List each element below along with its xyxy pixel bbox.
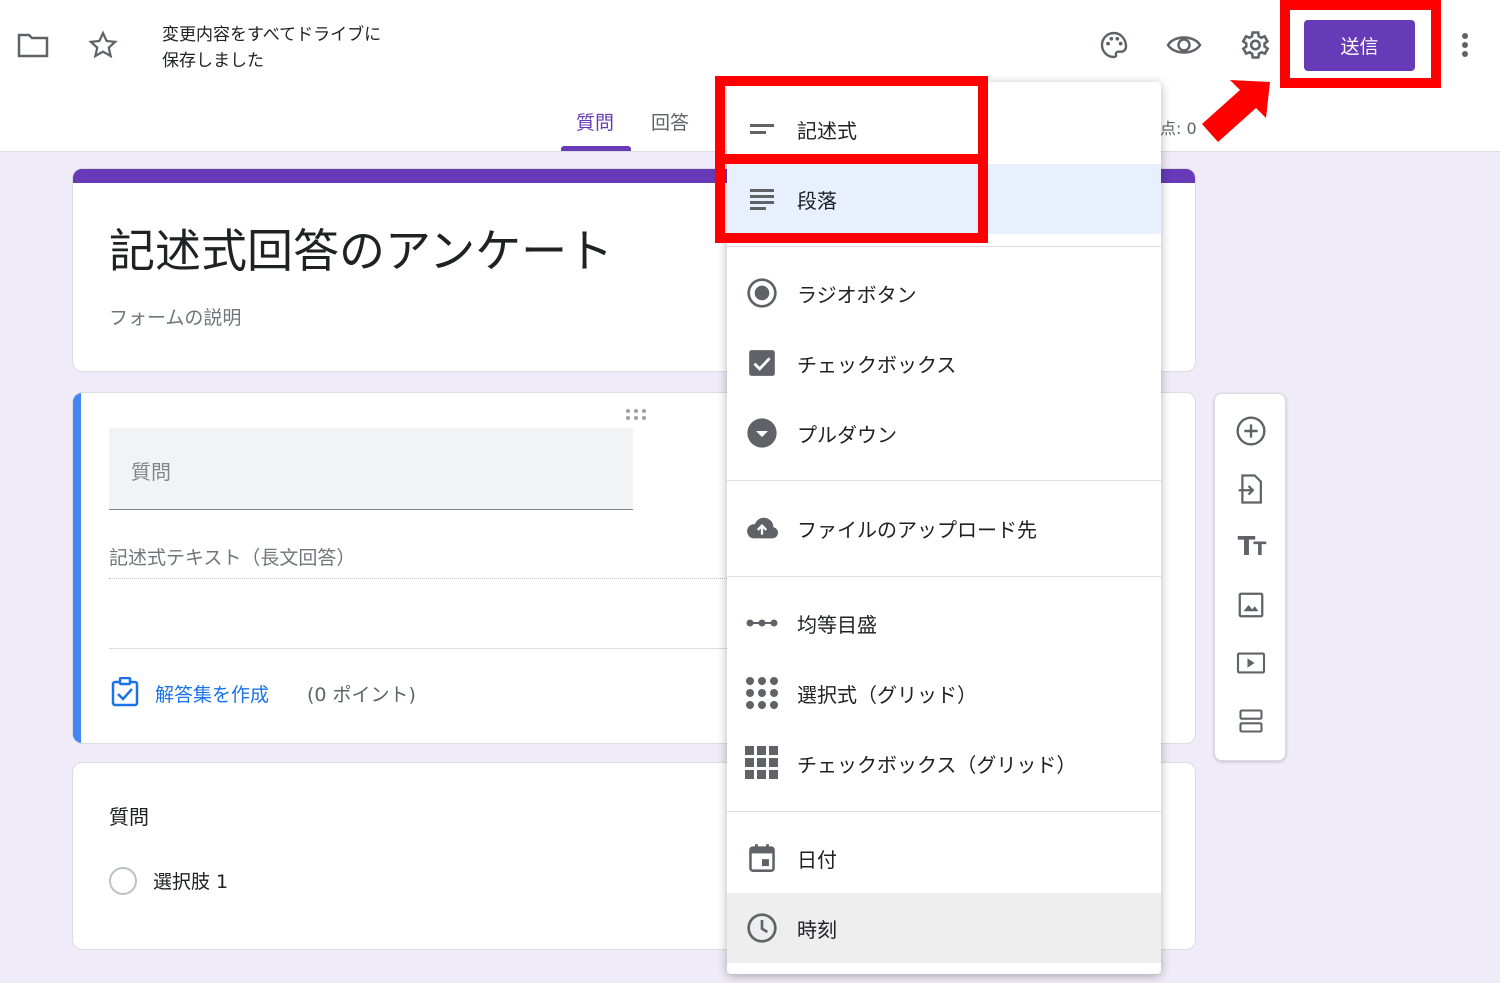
floating-toolbar: TT [1214, 393, 1286, 761]
gear-icon[interactable] [1236, 27, 1272, 63]
clock-icon [745, 911, 779, 945]
add-video-icon[interactable] [1233, 645, 1269, 681]
radio-button-icon [745, 276, 779, 310]
checkbox-grid-icon [745, 746, 779, 780]
linear-scale-icon [745, 606, 779, 640]
add-title-icon[interactable]: TT [1233, 529, 1269, 565]
question-placeholder: 質問 [131, 460, 171, 484]
dropdown-icon [745, 416, 779, 450]
long-answer-placeholder: 記述式テキスト（長文回答） [109, 547, 356, 569]
tab-questions[interactable]: 質問 [576, 108, 614, 135]
folder-icon[interactable] [14, 28, 52, 62]
answer-key-link[interactable]: 解答集を作成 [155, 680, 269, 707]
calendar-icon [745, 841, 779, 875]
more-vert-icon[interactable] [1452, 28, 1478, 62]
add-section-icon[interactable] [1233, 703, 1269, 739]
save-status-line1: 変更内容をすべてドライブに [162, 25, 382, 45]
menu-item-label: チェックボックス（グリッド） [797, 752, 1077, 777]
callout-box-send [1280, 0, 1441, 88]
menu-item-label: ファイルのアップロード先 [797, 517, 1037, 542]
checkbox-icon [745, 346, 779, 380]
tab-responses[interactable]: 回答 [651, 108, 689, 135]
menu-item-label: 日付 [797, 847, 837, 872]
star-icon[interactable] [86, 28, 120, 62]
menu-item-checkbox[interactable]: チェックボックス [727, 328, 1161, 398]
form-description-field[interactable]: フォームの説明 [109, 303, 241, 330]
menu-divider [727, 246, 1161, 247]
menu-item-label: チェックボックス [797, 352, 957, 377]
menu-item-date[interactable]: 日付 [727, 823, 1161, 893]
card-divider [109, 648, 769, 649]
menu-item-dropdown[interactable]: プルダウン [727, 398, 1161, 468]
menu-divider [727, 811, 1161, 812]
points-label: (0 ポイント) [307, 684, 416, 706]
cloud-upload-icon [745, 511, 779, 545]
question-title: 質問 [109, 805, 149, 829]
active-tab-indicator [561, 146, 631, 151]
menu-divider [727, 480, 1161, 481]
menu-item-label: 選択式（グリッド） [797, 682, 977, 707]
menu-item-linear-scale[interactable]: 均等目盛 [727, 588, 1161, 658]
menu-item-label: 均等目盛 [797, 612, 877, 637]
menu-item-label: ラジオボタン [797, 282, 917, 307]
save-status: 変更内容をすべてドライブに 保存しました [162, 22, 381, 74]
eye-icon[interactable] [1164, 28, 1204, 62]
callout-box-paragraph [715, 154, 988, 243]
callout-box-short-answer [715, 76, 988, 164]
drag-handle-icon[interactable] [625, 405, 649, 424]
add-image-icon[interactable] [1233, 587, 1269, 623]
palette-icon[interactable] [1096, 28, 1132, 62]
menu-item-label: プルダウン [797, 422, 897, 447]
add-question-icon[interactable] [1233, 413, 1269, 449]
radio-option-icon [109, 867, 137, 895]
menu-item-checkbox-grid[interactable]: チェックボックス（グリッド） [727, 728, 1161, 798]
active-card-accent [73, 393, 81, 743]
total-points: 点: 0 [1160, 119, 1197, 138]
option-label: 選択肢 1 [153, 871, 229, 893]
answer-dotted-line [109, 578, 769, 579]
form-title[interactable]: 記述式回答のアンケート [109, 215, 613, 281]
save-status-line2: 保存しました [162, 51, 264, 71]
menu-item-radio[interactable]: ラジオボタン [727, 258, 1161, 328]
answer-key-icon[interactable] [111, 676, 139, 711]
menu-item-label: 時刻 [797, 917, 837, 942]
import-questions-icon[interactable] [1233, 471, 1269, 507]
multiple-choice-grid-icon [745, 676, 779, 710]
menu-item-file-upload[interactable]: ファイルのアップロード先 [727, 493, 1161, 563]
menu-divider [727, 576, 1161, 577]
menu-item-multiple-choice-grid[interactable]: 選択式（グリッド） [727, 658, 1161, 728]
callout-arrow-icon [1196, 78, 1274, 148]
menu-item-time[interactable]: 時刻 [727, 893, 1161, 963]
question-title-input[interactable]: 質問 [109, 428, 633, 510]
